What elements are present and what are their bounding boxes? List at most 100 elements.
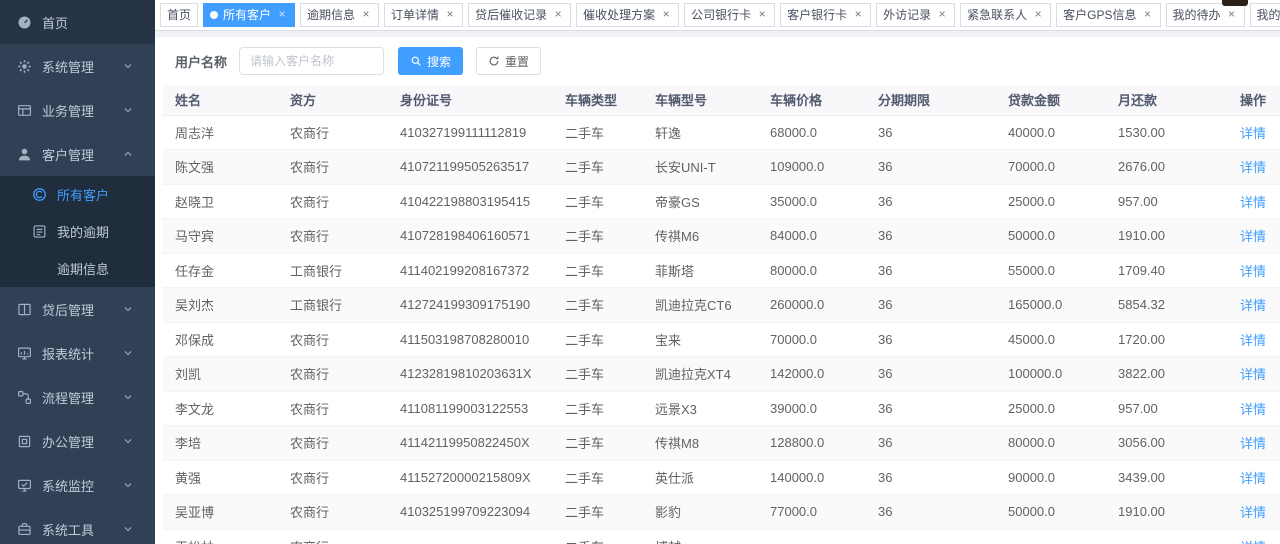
detail-link[interactable]: 详情 (1240, 333, 1266, 348)
sidebar-item-贷后管理[interactable]: 贷后管理 (0, 287, 155, 331)
sidebar-item-逾期信息[interactable]: 逾期信息 (0, 250, 155, 287)
table-cell: 工商银行 (290, 253, 400, 288)
detail-link[interactable]: 详情 (1240, 436, 1266, 451)
table-cell-action: 详情 (1218, 391, 1280, 426)
table-cell (1008, 529, 1118, 544)
table-row: 赵晓卫农商行410422198803195415二手车帝豪GS35000.036… (163, 184, 1280, 219)
detail-link[interactable]: 详情 (1240, 505, 1266, 520)
table-cell: 36 (878, 357, 1008, 392)
avatar[interactable] (1222, 0, 1248, 6)
close-icon[interactable]: × (1032, 9, 1044, 21)
table-cell: 农商行 (290, 184, 400, 219)
table-cell: 凯迪拉克XT4 (655, 357, 770, 392)
tab-所有客户[interactable]: 所有客户× (203, 3, 295, 27)
detail-link[interactable]: 详情 (1240, 160, 1266, 175)
close-icon[interactable]: × (276, 9, 288, 21)
table-cell-action: 详情 (1218, 495, 1280, 530)
tab-我的待办[interactable]: 我的待办× (1166, 3, 1245, 27)
active-dot-icon (210, 11, 218, 19)
table-cell: 41152720000215809X (400, 460, 565, 495)
tab-紧急联系人[interactable]: 紧急联系人× (960, 3, 1051, 27)
monitor-icon (17, 478, 32, 493)
tab-催收处理方案[interactable]: 催收处理方案× (576, 3, 679, 27)
document-icon (32, 224, 47, 239)
table-cell-action: 详情 (1218, 150, 1280, 185)
tool-icon (17, 522, 32, 537)
detail-link[interactable]: 详情 (1240, 402, 1266, 417)
sidebar-item-label: 报表统计 (42, 344, 123, 363)
sidebar-item-label: 贷后管理 (42, 300, 123, 319)
table-cell-action: 详情 (1218, 219, 1280, 254)
sidebar-item-label: 逾期信息 (57, 259, 143, 278)
sidebar-item-label: 所有客户 (57, 185, 143, 204)
sidebar-item-办公管理[interactable]: 办公管理 (0, 419, 155, 463)
detail-link[interactable]: 详情 (1240, 471, 1266, 486)
reset-button[interactable]: 重置 (476, 47, 541, 75)
sidebar-item-label: 客户管理 (42, 145, 123, 164)
table-cell: 菲斯塔 (655, 253, 770, 288)
detail-link[interactable]: 详情 (1240, 298, 1266, 313)
tab-逾期信息[interactable]: 逾期信息× (300, 3, 379, 27)
sidebar-item-我的逾期[interactable]: 我的逾期 (0, 213, 155, 250)
tab-首页[interactable]: 首页 (160, 3, 198, 27)
close-icon[interactable]: × (1226, 9, 1238, 21)
app-window: 首页系统管理业务管理客户管理所有客户我的逾期逾期信息贷后管理报表统计流程管理办公… (0, 0, 1280, 544)
close-icon[interactable]: × (1142, 9, 1154, 21)
close-icon[interactable]: × (360, 9, 372, 21)
sidebar-item-系统工具[interactable]: 系统工具 (0, 507, 155, 544)
close-icon[interactable]: × (660, 9, 672, 21)
table-cell (1118, 529, 1218, 544)
table-cell: 1910.00 (1118, 219, 1218, 254)
table-cell: 农商行 (290, 391, 400, 426)
tab-我的流程[interactable]: 我的流程× (1250, 3, 1280, 27)
detail-link[interactable]: 详情 (1240, 264, 1266, 279)
table-cell: 农商行 (290, 219, 400, 254)
tab-贷后催收记录[interactable]: 贷后催收记录× (468, 3, 571, 27)
close-icon[interactable]: × (552, 9, 564, 21)
sidebar-item-首页[interactable]: 首页 (0, 0, 155, 44)
detail-link[interactable]: 详情 (1240, 126, 1266, 141)
chevron-down-icon (123, 480, 133, 490)
table-cell: 二手车 (565, 426, 655, 461)
table-cell: 影豹 (655, 495, 770, 530)
submenu-客户管理: 所有客户我的逾期逾期信息 (0, 176, 155, 287)
sidebar-item-所有客户[interactable]: 所有客户 (0, 176, 155, 213)
table-cell: 农商行 (290, 115, 400, 150)
sidebar-item-系统监控[interactable]: 系统监控 (0, 463, 155, 507)
tab-公司银行卡[interactable]: 公司银行卡× (684, 3, 775, 27)
column-header-车辆价格: 车辆价格 (770, 85, 878, 115)
detail-link[interactable]: 详情 (1240, 195, 1266, 210)
gear-icon (17, 59, 32, 74)
table-cell: 二手车 (565, 219, 655, 254)
sidebar-item-业务管理[interactable]: 业务管理 (0, 88, 155, 132)
table-cell: 412724199309175190 (400, 288, 565, 323)
table-cell: 二手车 (565, 253, 655, 288)
table-cell: 25000.0 (1008, 184, 1118, 219)
tab-客户银行卡[interactable]: 客户银行卡× (780, 3, 871, 27)
close-icon[interactable]: × (936, 9, 948, 21)
sidebar-item-系统管理[interactable]: 系统管理 (0, 44, 155, 88)
customer-name-input[interactable] (239, 47, 384, 75)
table-cell: 45000.0 (1008, 322, 1118, 357)
close-icon[interactable]: × (444, 9, 456, 21)
close-icon[interactable]: × (756, 9, 768, 21)
table-row: 吴刘杰工商银行412724199309175190二手车凯迪拉克CT626000… (163, 288, 1280, 323)
tab-客户GPS信息[interactable]: 客户GPS信息× (1056, 3, 1160, 27)
close-icon[interactable]: × (852, 9, 864, 21)
tab-订单详情[interactable]: 订单详情× (384, 3, 463, 27)
sidebar-item-label: 系统管理 (42, 57, 123, 76)
tab-外访记录[interactable]: 外访记录× (876, 3, 955, 27)
table-cell: 农商行 (290, 357, 400, 392)
detail-link[interactable]: 详情 (1240, 367, 1266, 382)
sidebar-item-流程管理[interactable]: 流程管理 (0, 375, 155, 419)
table-cell-action: 详情 (1218, 460, 1280, 495)
table-cell: 1910.00 (1118, 495, 1218, 530)
detail-link[interactable]: 详情 (1240, 540, 1266, 544)
sidebar-item-客户管理[interactable]: 客户管理 (0, 132, 155, 176)
table-cell: 957.00 (1118, 391, 1218, 426)
sidebar-item-报表统计[interactable]: 报表统计 (0, 331, 155, 375)
table-cell: 260000.0 (770, 288, 878, 323)
search-button[interactable]: 搜索 (398, 47, 463, 75)
search-icon (410, 55, 422, 67)
detail-link[interactable]: 详情 (1240, 229, 1266, 244)
